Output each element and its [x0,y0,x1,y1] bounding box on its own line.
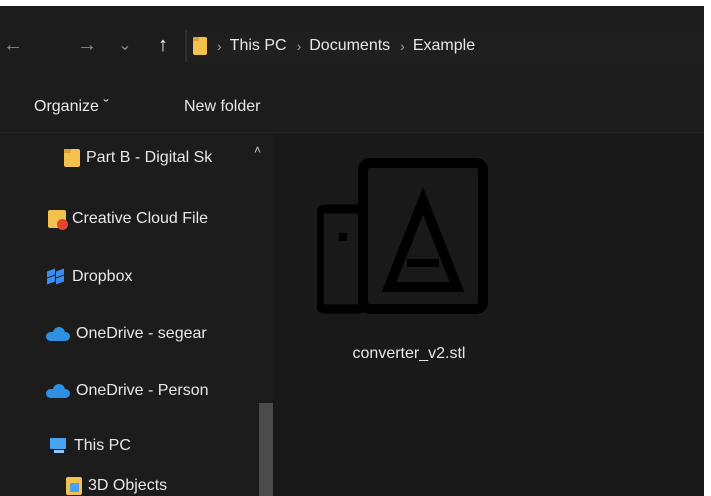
navigation-pane: ˄ Part B - Digital Sk Creative Cloud Fil… [0,133,273,496]
address-row: ← → ⌄ ↑ › This PC › Documents › Example [0,6,704,84]
sidebar-item-label: OneDrive - Person [76,382,209,399]
sidebar-item-label: OneDrive - segear [76,325,207,342]
sidebar-item-3d-objects[interactable]: 3D Objects [66,471,250,496]
forward-arrow-icon: → [77,33,97,56]
stl-file-icon [314,158,488,314]
folder-icon [64,149,80,167]
address-bar[interactable]: › This PC › Documents › Example [185,30,704,62]
breadcrumb-separator: › [217,38,222,54]
new-folder-button[interactable]: New folder [184,98,260,116]
sidebar-item-dropbox[interactable]: Dropbox [46,262,250,292]
3d-objects-icon [66,477,82,495]
command-bar: Organize ˇ New folder [0,84,704,133]
onedrive-icon [46,327,70,341]
breadcrumb-separator: › [400,38,405,54]
scrollbar-thumb[interactable] [259,403,273,496]
sidebar-item-label: Creative Cloud File [72,210,209,227]
creative-cloud-icon [48,210,68,230]
sidebar-item-label: Dropbox [72,268,133,285]
sidebar-item-label: Part B - Digital Sk [86,149,213,166]
sidebar-item-creative-cloud[interactable]: Creative Cloud File [48,204,250,234]
scroll-up-icon[interactable]: ˄ [254,143,261,157]
up-button[interactable]: ↑ [150,32,176,58]
sidebar-item-onedrive-personal[interactable]: OneDrive - Person [46,376,250,406]
sidebar-item-part-b[interactable]: Part B - Digital Sk [64,143,250,173]
back-arrow-icon: ← [3,33,23,56]
file-list: converter_v2.stl [273,133,704,496]
back-button[interactable]: ← [0,32,26,58]
this-pc-icon [48,438,68,454]
breadcrumb-example[interactable]: Example [413,37,475,55]
folder-icon [193,37,207,55]
breadcrumb-documents[interactable]: Documents [309,37,390,55]
sidebar-item-this-pc[interactable]: This PC [48,431,250,461]
recent-locations-button[interactable]: ⌄ [112,32,138,58]
breadcrumb-this-pc[interactable]: This PC [230,37,287,55]
chevron-down-icon: ⌄ [118,37,132,54]
sidebar-item-label: 3D Objects [88,477,168,494]
sidebar-item-onedrive-segear[interactable]: OneDrive - segear [46,319,250,349]
up-arrow-icon: ↑ [158,33,168,56]
breadcrumb-separator: › [296,38,302,54]
sidebar-item-label: This PC [74,437,131,454]
dropbox-icon [46,268,66,286]
organize-menu-button[interactable]: Organize ˇ [34,98,109,116]
forward-button[interactable]: → [74,32,100,58]
onedrive-icon [46,384,70,398]
file-item[interactable]: converter_v2.stl [314,151,501,362]
file-explorer-window: ← → ⌄ ↑ › This PC › Documents › Example … [0,6,704,496]
file-name: converter_v2.stl [352,345,466,362]
